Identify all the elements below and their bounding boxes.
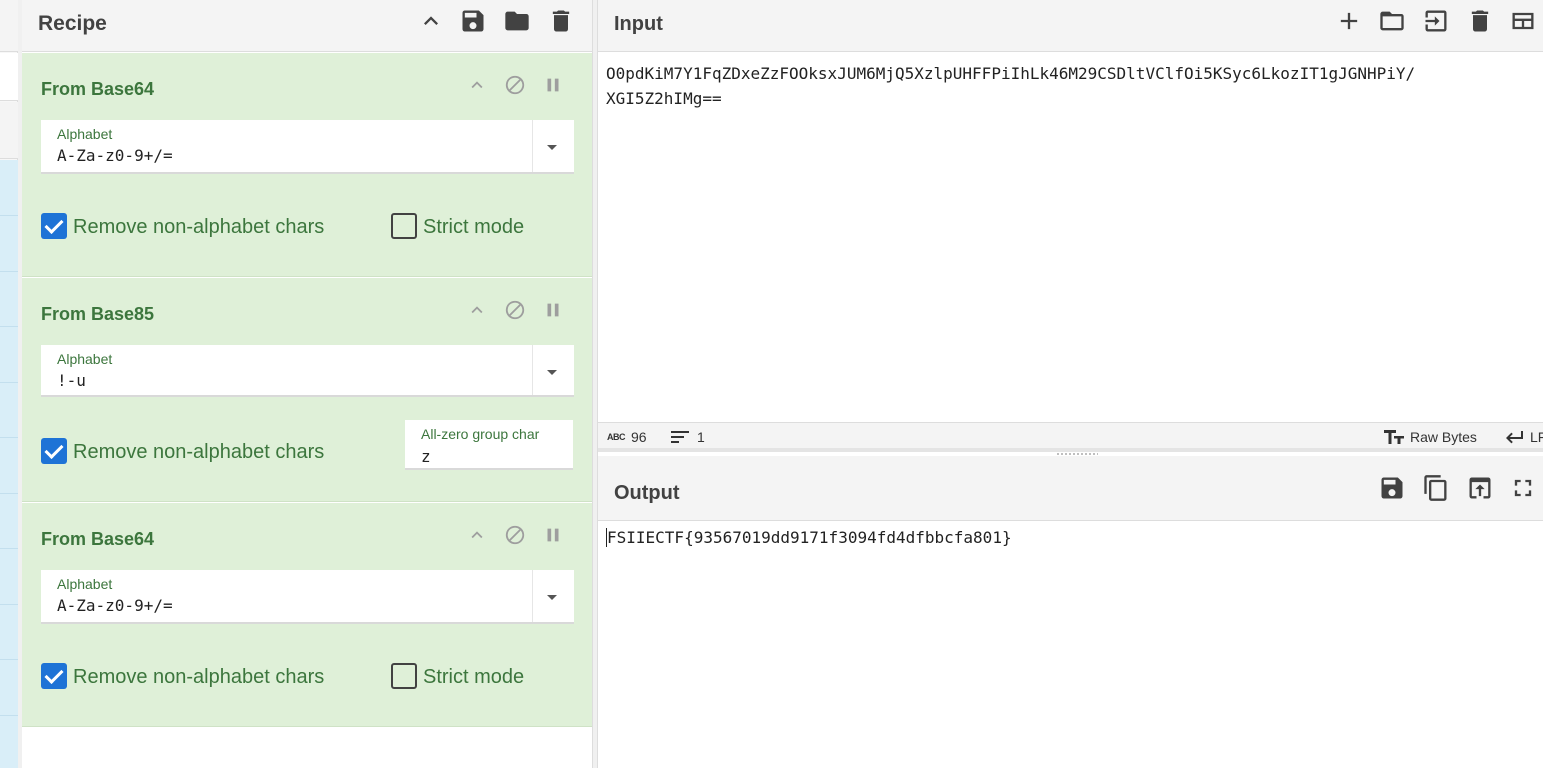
input-line-1: O0pdKiM7Y1FqZDxeZzFOOksxJUM6MjQ5XzlpUHFF…	[606, 64, 1416, 83]
disable-icon[interactable]	[503, 523, 527, 547]
lines-value: 1	[697, 429, 705, 445]
input-title: Input	[614, 13, 663, 35]
resize-handle-icon[interactable]	[1056, 452, 1098, 456]
length-indicator: ABC 96	[607, 429, 647, 445]
alphabet-select[interactable]: Alphabet A-Za-z0-9+/=	[41, 570, 574, 624]
pause-icon[interactable]	[541, 523, 565, 547]
encoding-selector[interactable]: Raw Bytes	[1384, 429, 1477, 445]
operation-from-base64[interactable]: From Base64 Alphabet A-Za-z0-9+/= Remove…	[22, 53, 592, 277]
operations-search-strip[interactable]	[0, 53, 18, 101]
abc-icon: ABC	[607, 432, 626, 442]
eol-value: LF	[1530, 429, 1543, 445]
chevron-down-icon[interactable]	[547, 370, 557, 375]
trash-icon[interactable]	[1465, 6, 1495, 36]
all-zero-group-char-label: All-zero group char	[421, 426, 540, 442]
recipe-title: Recipe	[38, 12, 107, 35]
alphabet-value: A-Za-z0-9+/=	[57, 146, 173, 165]
recipe-panel: Recipe From Base64 Alphabet A-Za-z0-9+/=	[22, 0, 592, 768]
alphabet-label: Alphabet	[57, 351, 113, 367]
lines-indicator: 1	[671, 429, 705, 445]
input-header: Input	[598, 0, 1543, 52]
remove-non-alphabet-checkbox[interactable]	[41, 438, 67, 464]
lines-icon	[671, 431, 689, 443]
recipe-header: Recipe	[22, 0, 592, 52]
all-zero-group-char-input[interactable]: All-zero group char z	[405, 420, 573, 470]
alphabet-value: !-u	[57, 371, 86, 390]
trash-icon[interactable]	[546, 6, 576, 36]
output-textarea[interactable]: FSIIECTF{93567019dd9171f3094fd4dfbbcfa80…	[606, 528, 1012, 547]
input-line-2: XGI5Z2hIMg==	[606, 89, 722, 108]
input-panel: Input O0pdKiM7Y1FqZDxeZzFOOksxJUM6MjQ5Xz…	[598, 0, 1543, 452]
alphabet-select[interactable]: Alphabet A-Za-z0-9+/=	[41, 120, 574, 174]
chevron-down-icon[interactable]	[547, 595, 557, 600]
alphabet-value: A-Za-z0-9+/=	[57, 596, 173, 615]
plus-icon[interactable]	[1334, 6, 1364, 36]
output-panel: Output FSIIECTF{93567019dd9171f3094fd4df…	[598, 452, 1543, 768]
upload-icon[interactable]	[1465, 473, 1495, 503]
app-root: Recipe From Base64 Alphabet A-Za-z0-9+/=	[0, 0, 1543, 768]
strict-mode-label: Strict mode	[423, 666, 525, 688]
encoding-value: Raw Bytes	[1410, 429, 1477, 445]
input-status-bar: ABC 96 1 Raw Bytes LF	[598, 422, 1543, 452]
folder-icon[interactable]	[502, 6, 532, 36]
operations-strip	[0, 0, 18, 768]
all-zero-group-char-value: z	[421, 447, 431, 466]
pause-icon[interactable]	[541, 298, 565, 322]
operations-list-strip[interactable]	[0, 160, 18, 768]
operation-from-base64[interactable]: From Base64 Alphabet A-Za-z0-9+/= Remove…	[22, 503, 592, 727]
operations-category-strip[interactable]	[0, 102, 18, 159]
layout-icon[interactable]	[1508, 6, 1538, 36]
folder-icon[interactable]	[1377, 6, 1407, 36]
import-icon[interactable]	[1421, 6, 1451, 36]
chevron-up-icon[interactable]	[465, 298, 489, 322]
save-icon[interactable]	[458, 6, 488, 36]
strict-mode-label: Strict mode	[423, 216, 525, 238]
output-title: Output	[614, 482, 680, 504]
strict-mode-checkbox[interactable]	[391, 663, 417, 689]
chevron-up-icon[interactable]	[416, 6, 446, 36]
output-header: Output	[598, 452, 1543, 521]
operation-title: From Base85	[41, 304, 155, 324]
operation-from-base85[interactable]: From Base85 Alphabet !-u Remove non-alph…	[22, 278, 592, 502]
copy-icon[interactable]	[1421, 473, 1451, 503]
alphabet-label: Alphabet	[57, 126, 113, 142]
eol-selector[interactable]: LF	[1504, 429, 1543, 445]
text-format-icon	[1384, 430, 1404, 444]
chevron-down-icon[interactable]	[547, 145, 557, 150]
remove-non-alphabet-label: Remove non-alphabet chars	[73, 441, 325, 463]
return-icon	[1506, 431, 1523, 444]
alphabet-label: Alphabet	[57, 576, 113, 592]
save-icon[interactable]	[1377, 473, 1407, 503]
operation-title: From Base64	[41, 529, 155, 549]
remove-non-alphabet-label: Remove non-alphabet chars	[73, 666, 325, 688]
remove-non-alphabet-checkbox[interactable]	[41, 213, 67, 239]
strict-mode-checkbox[interactable]	[391, 213, 417, 239]
operation-title: From Base64	[41, 79, 155, 99]
chevron-up-icon[interactable]	[465, 523, 489, 547]
pause-icon[interactable]	[541, 73, 565, 97]
chevron-up-icon[interactable]	[465, 73, 489, 97]
length-value: 96	[631, 429, 647, 445]
disable-icon[interactable]	[503, 298, 527, 322]
disable-icon[interactable]	[503, 73, 527, 97]
remove-non-alphabet-checkbox[interactable]	[41, 663, 67, 689]
fullscreen-icon[interactable]	[1508, 473, 1538, 503]
operations-strip-header	[0, 0, 18, 52]
input-textarea[interactable]: O0pdKiM7Y1FqZDxeZzFOOksxJUM6MjQ5XzlpUHFF…	[606, 61, 1536, 111]
alphabet-select[interactable]: Alphabet !-u	[41, 345, 574, 397]
remove-non-alphabet-label: Remove non-alphabet chars	[73, 216, 325, 238]
